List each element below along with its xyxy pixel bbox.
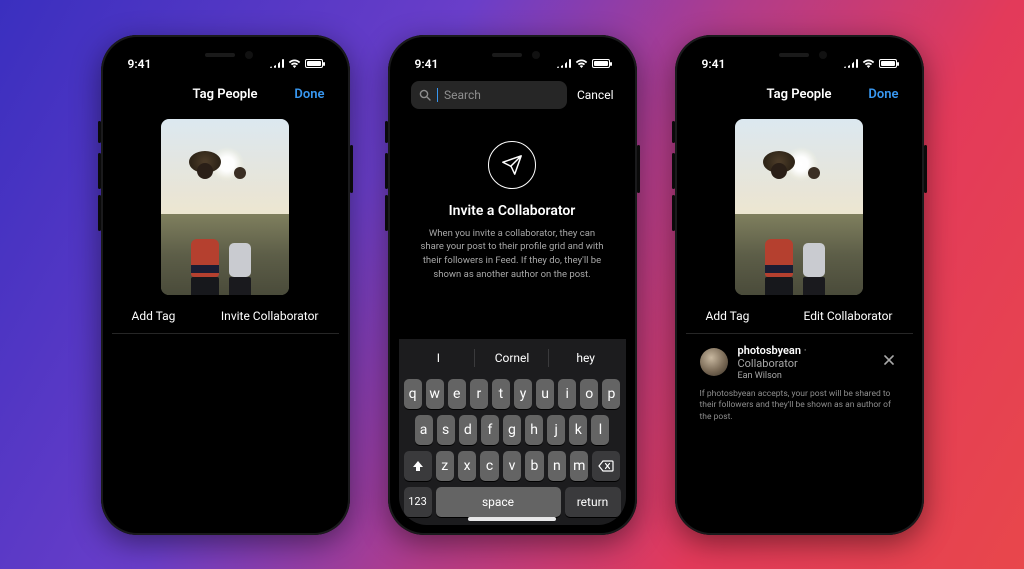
key-p[interactable]: p	[602, 379, 620, 409]
key-space[interactable]: space	[436, 487, 561, 517]
add-tag-button[interactable]: Add Tag	[132, 309, 176, 323]
wifi-icon	[575, 59, 588, 69]
cancel-button[interactable]: Cancel	[577, 88, 614, 102]
post-photo[interactable]	[735, 119, 863, 295]
collaborator-fullname: Ean Wilson	[738, 371, 869, 381]
key-return[interactable]: return	[565, 487, 621, 517]
battery-icon	[305, 59, 323, 68]
key-m[interactable]: m	[570, 451, 588, 481]
search-input[interactable]: Search	[411, 81, 567, 109]
collaborator-note: If photosbyean accepts, your post will b…	[686, 385, 913, 425]
phone-mockup-1: 9:41 Tag People Done Add Tag Invite Coll…	[101, 35, 350, 535]
key-k[interactable]: k	[569, 415, 587, 445]
key-g[interactable]: g	[503, 415, 521, 445]
invite-title: Invite a Collaborator	[449, 203, 576, 219]
close-icon	[883, 354, 895, 366]
battery-icon	[879, 59, 897, 68]
wifi-icon	[288, 59, 301, 69]
phone-mockup-3: 9:41 Tag People Done Add Tag Edit Collab…	[675, 35, 924, 535]
suggestion-3[interactable]: hey	[549, 343, 623, 373]
key-s[interactable]: s	[437, 415, 455, 445]
battery-icon	[592, 59, 610, 68]
status-time: 9:41	[702, 57, 726, 71]
notch	[167, 45, 283, 67]
avatar[interactable]	[700, 348, 728, 376]
key-y[interactable]: y	[514, 379, 532, 409]
collaborator-role: Collaborator	[738, 357, 798, 370]
key-v[interactable]: v	[503, 451, 521, 481]
notch	[454, 45, 570, 67]
key-t[interactable]: t	[492, 379, 510, 409]
key-e[interactable]: e	[448, 379, 466, 409]
collaborator-row: photosbyean · Collaborator Ean Wilson	[686, 334, 913, 385]
done-button[interactable]: Done	[294, 87, 324, 102]
key-d[interactable]: d	[459, 415, 477, 445]
suggestion-1[interactable]: I	[402, 343, 476, 373]
suggestion-2[interactable]: Cornel	[475, 343, 549, 373]
key-q[interactable]: q	[404, 379, 422, 409]
notch	[741, 45, 857, 67]
key-l[interactable]: l	[591, 415, 609, 445]
edit-collaborator-button[interactable]: Edit Collaborator	[804, 309, 893, 323]
search-placeholder: Search	[444, 88, 481, 102]
key-u[interactable]: u	[536, 379, 554, 409]
phone-mockup-2: 9:41 Search Cancel Invite a Collaborator…	[388, 35, 637, 535]
key-w[interactable]: w	[426, 379, 444, 409]
invite-description: When you invite a collaborator, they can…	[421, 227, 604, 282]
wifi-icon	[862, 59, 875, 69]
nav-bar: Tag People Done	[686, 77, 913, 113]
key-b[interactable]: b	[525, 451, 543, 481]
key-x[interactable]: x	[458, 451, 476, 481]
remove-collaborator-button[interactable]	[879, 350, 899, 374]
status-time: 9:41	[415, 57, 439, 71]
key-n[interactable]: n	[548, 451, 566, 481]
collaborator-username[interactable]: photosbyean	[738, 344, 802, 357]
add-tag-button[interactable]: Add Tag	[706, 309, 750, 323]
suggestion-bar: I Cornel hey	[402, 343, 623, 373]
text-cursor	[437, 88, 439, 102]
key-z[interactable]: z	[436, 451, 454, 481]
key-i[interactable]: i	[558, 379, 576, 409]
home-indicator[interactable]	[468, 517, 556, 521]
key-a[interactable]: a	[415, 415, 433, 445]
nav-bar: Tag People Done	[112, 77, 339, 113]
send-icon	[488, 141, 536, 189]
key-123[interactable]: 123	[404, 487, 432, 517]
invite-collaborator-button[interactable]: Invite Collaborator	[221, 309, 319, 323]
post-photo[interactable]	[161, 119, 289, 295]
key-h[interactable]: h	[525, 415, 543, 445]
key-o[interactable]: o	[580, 379, 598, 409]
keyboard: I Cornel hey q w e r t y u i o p a s d f	[399, 339, 626, 525]
key-c[interactable]: c	[480, 451, 498, 481]
done-button[interactable]: Done	[868, 87, 898, 102]
key-f[interactable]: f	[481, 415, 499, 445]
key-shift[interactable]	[404, 451, 432, 481]
key-backspace[interactable]	[592, 451, 620, 481]
search-icon	[419, 89, 431, 101]
status-time: 9:41	[128, 57, 152, 71]
key-r[interactable]: r	[470, 379, 488, 409]
key-j[interactable]: j	[547, 415, 565, 445]
